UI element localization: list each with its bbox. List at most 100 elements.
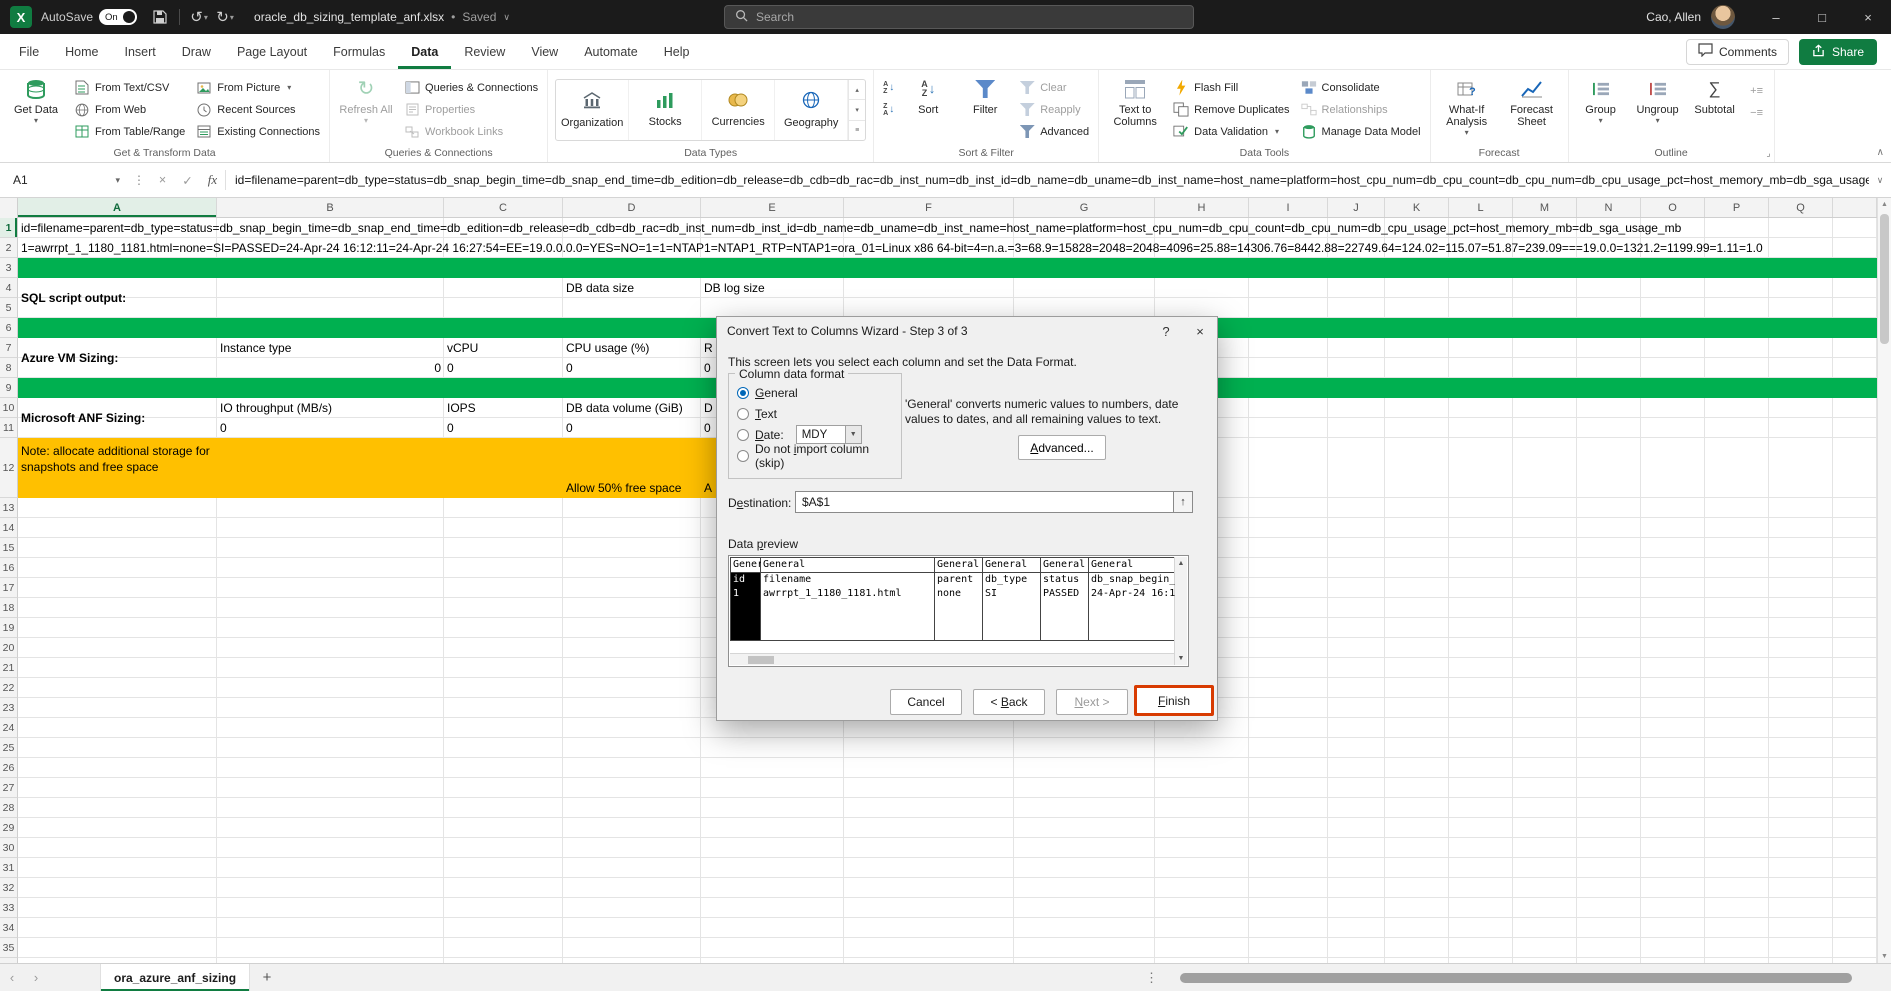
sheet-nav-left-icon[interactable]: ‹	[0, 970, 24, 985]
preview-column-header-3[interactable]: General	[935, 558, 983, 572]
preview-column-header-4[interactable]: General	[983, 558, 1041, 572]
undo-button[interactable]: ↺▾	[186, 4, 212, 30]
destination-input[interactable]: $A$1 ↑	[795, 491, 1193, 513]
relationships-button[interactable]: Relationships	[1299, 99, 1423, 120]
geography-data-type[interactable]: Geography	[775, 80, 848, 140]
scroll-down-icon[interactable]: ▼	[1878, 953, 1891, 960]
row-header-18[interactable]: 18	[0, 598, 18, 618]
column-header-D[interactable]: D	[563, 198, 701, 217]
hide-detail-button[interactable]: −≡	[1747, 102, 1767, 123]
row-header-34[interactable]: 34	[0, 918, 18, 938]
autosave-switch[interactable]: On	[99, 9, 137, 25]
cell-D7[interactable]: CPU usage (%)	[563, 338, 701, 358]
filter-button[interactable]: Filter	[960, 72, 1010, 116]
redo-button[interactable]: ↻▾	[212, 4, 238, 30]
select-all-corner[interactable]	[0, 198, 18, 218]
preview-cell-r1c2[interactable]: filename	[761, 573, 935, 587]
properties-button[interactable]: Properties	[402, 99, 540, 120]
data-validation-button[interactable]: Data Validation▾	[1171, 121, 1291, 142]
row-header-31[interactable]: 31	[0, 858, 18, 878]
next-button[interactable]: Next >	[1056, 689, 1128, 715]
scroll-up-icon[interactable]: ▲	[1175, 560, 1187, 567]
preview-column-header-2[interactable]: General	[761, 558, 935, 572]
row-header-23[interactable]: 23	[0, 698, 18, 718]
name-box[interactable]: A1 ▾	[0, 163, 128, 197]
column-header-I[interactable]: I	[1249, 198, 1328, 217]
advanced-button[interactable]: Advanced...	[1018, 435, 1106, 460]
cell-B8[interactable]: 0	[217, 358, 444, 378]
preview-table[interactable]: GeneralGeneralGeneralGeneralGeneralGener…	[730, 557, 1175, 641]
preview-cell-r2c1[interactable]: 1	[731, 587, 761, 601]
expand-formula-bar-icon[interactable]: ∨	[1869, 175, 1891, 186]
group-button[interactable]: Group▾	[1576, 72, 1626, 125]
row-header-26[interactable]: 26	[0, 758, 18, 778]
row-header-6[interactable]: 6	[0, 318, 18, 338]
share-button[interactable]: Share	[1799, 39, 1877, 65]
reapply-filter-button[interactable]: Reapply	[1017, 99, 1091, 120]
from-table-range-button[interactable]: From Table/Range	[72, 121, 187, 142]
get-data-button[interactable]: Get Data▾	[7, 72, 65, 125]
preview-cell-r1c4[interactable]: db_type	[983, 573, 1041, 587]
workbook-links-button[interactable]: Workbook Links	[402, 121, 540, 142]
forecast-sheet-button[interactable]: Forecast Sheet	[1503, 72, 1561, 128]
sheet-nav-right-icon[interactable]: ›	[24, 970, 48, 985]
row-header-27[interactable]: 27	[0, 778, 18, 798]
cell-C8[interactable]: 0	[444, 358, 563, 378]
search-input[interactable]: Search	[724, 5, 1194, 29]
row-header-21[interactable]: 21	[0, 658, 18, 678]
row-header-25[interactable]: 25	[0, 738, 18, 758]
column-header-B[interactable]: B	[217, 198, 444, 217]
preview-cell-r1c1[interactable]: id	[731, 573, 761, 587]
row-header-10[interactable]: 10	[0, 398, 18, 418]
scroll-up-icon[interactable]: ▲	[1878, 201, 1891, 208]
cell-B11[interactable]: 0	[217, 418, 444, 438]
sort-descending-button[interactable]: ZA↓	[881, 99, 896, 120]
dialog-close-icon[interactable]: ×	[1183, 317, 1217, 345]
row-header-19[interactable]: 19	[0, 618, 18, 638]
column-header-O[interactable]: O	[1641, 198, 1705, 217]
row-header-13[interactable]: 13	[0, 498, 18, 518]
dropdown-arrow-icon[interactable]: ▼	[845, 426, 861, 443]
cell-E4[interactable]: DB log size	[701, 278, 844, 298]
ribbon-tab-automate[interactable]: Automate	[571, 34, 651, 69]
cancel-entry-icon[interactable]: ×	[150, 173, 175, 187]
remove-duplicates-button[interactable]: Remove Duplicates	[1171, 99, 1291, 120]
ribbon-tab-view[interactable]: View	[518, 34, 571, 69]
refresh-all-button[interactable]: ↻ Refresh All▾	[337, 72, 395, 125]
collapse-ribbon-icon[interactable]: ∧	[1877, 147, 1884, 158]
ribbon-tab-page-layout[interactable]: Page Layout	[224, 34, 320, 69]
row-header-17[interactable]: 17	[0, 578, 18, 598]
row-header-4[interactable]: 4	[0, 278, 18, 298]
cell-A7[interactable]: Azure VM Sizing:	[18, 338, 217, 378]
row-header-7[interactable]: 7	[0, 338, 18, 358]
text-to-columns-button[interactable]: Text to Columns	[1106, 72, 1164, 128]
maximize-button[interactable]: □	[1799, 0, 1845, 34]
cell-A12[interactable]: Note: allocate additional storage for sn…	[18, 438, 217, 498]
horizontal-scrollbar-thumb[interactable]	[1180, 973, 1852, 983]
gallery-up-icon[interactable]: ▴	[848, 80, 865, 100]
document-title[interactable]: oracle_db_sizing_template_anf.xlsx • Sav…	[254, 10, 510, 24]
row-header-15[interactable]: 15	[0, 538, 18, 558]
from-picture-button[interactable]: From Picture▾	[194, 77, 322, 98]
row-header-2[interactable]: 2	[0, 238, 18, 258]
radio-text[interactable]: Text	[737, 403, 893, 424]
cell-D10[interactable]: DB data volume (GiB)	[563, 398, 701, 418]
existing-connections-button[interactable]: Existing Connections	[194, 121, 322, 142]
column-header-P[interactable]: P	[1705, 198, 1769, 217]
preview-cell-r1c6[interactable]: db_snap_begin_	[1089, 573, 1175, 587]
horizontal-scrollbar[interactable]	[1172, 971, 1883, 985]
insert-function-icon[interactable]: fx	[200, 172, 225, 188]
cell-D8[interactable]: 0	[563, 358, 701, 378]
column-header-E[interactable]: E	[701, 198, 844, 217]
preview-column-header-5[interactable]: General	[1041, 558, 1089, 572]
column-header-L[interactable]: L	[1449, 198, 1513, 217]
row-header-8[interactable]: 8	[0, 358, 18, 378]
preview-cell-r2c3[interactable]: none	[935, 587, 983, 601]
ribbon-tab-formulas[interactable]: Formulas	[320, 34, 398, 69]
ribbon-tab-help[interactable]: Help	[651, 34, 703, 69]
column-header-H[interactable]: H	[1155, 198, 1249, 217]
from-web-button[interactable]: From Web	[72, 99, 187, 120]
cell-C11[interactable]: 0	[444, 418, 563, 438]
row-header-20[interactable]: 20	[0, 638, 18, 658]
row-header-1[interactable]: 1	[0, 218, 18, 238]
